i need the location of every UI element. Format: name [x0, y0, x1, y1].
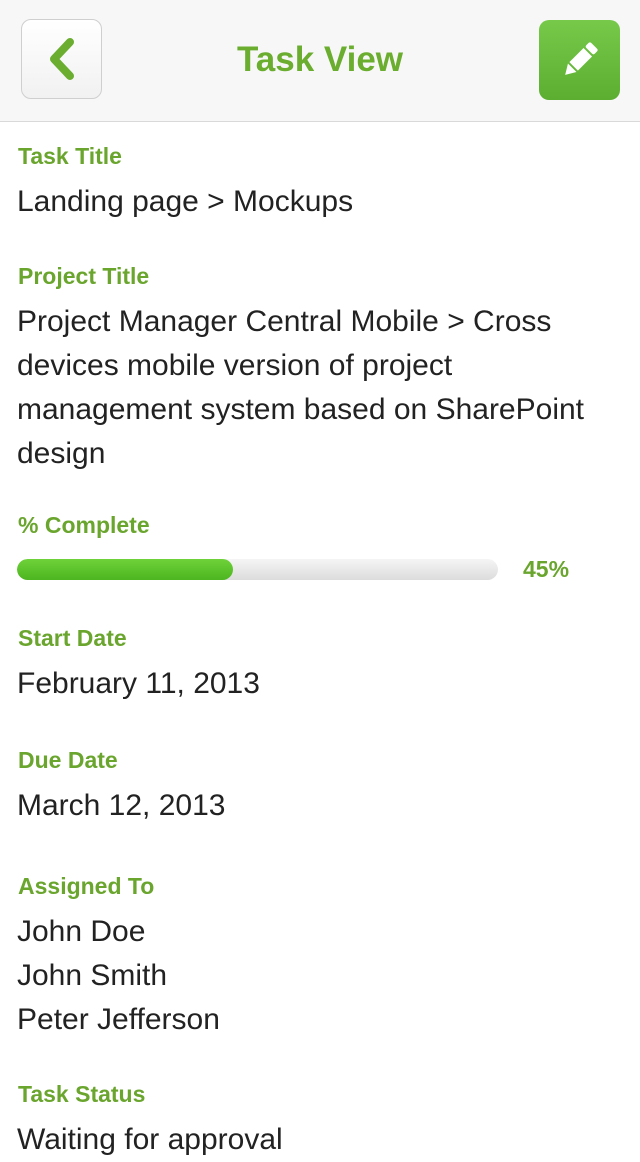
edit-button[interactable]: [539, 20, 620, 100]
task-title-value: Landing page > Mockups: [17, 185, 354, 218]
task-status-label: Task Status: [18, 1081, 146, 1107]
assigned-to-label: Assigned To: [18, 873, 155, 899]
percent-complete-value: 45%: [523, 556, 570, 582]
start-date-value: February 11, 2013: [17, 667, 260, 700]
assignee-list: John Doe John Smith Peter Jefferson: [17, 910, 617, 1042]
navigation-bar: Task View: [0, 0, 640, 122]
start-date-label: Start Date: [18, 625, 127, 651]
due-date-value: March 12, 2013: [17, 789, 226, 822]
due-date-label: Due Date: [18, 747, 118, 773]
pencil-icon: [564, 42, 598, 75]
assignee-item: John Doe: [17, 915, 146, 948]
assignee-item: John Smith: [17, 959, 168, 992]
task-status-value: Waiting for approval: [17, 1123, 283, 1156]
assignee-item: Peter Jefferson: [17, 1003, 220, 1036]
progress-bar-fill: [17, 559, 234, 580]
project-title-label: Project Title: [18, 263, 150, 289]
task-title-label: Task Title: [18, 143, 122, 169]
percent-complete-label: % Complete: [18, 512, 150, 538]
progress-bar: [17, 559, 498, 580]
project-title-value: Project Manager Central Mobile > Cross d…: [17, 305, 584, 470]
